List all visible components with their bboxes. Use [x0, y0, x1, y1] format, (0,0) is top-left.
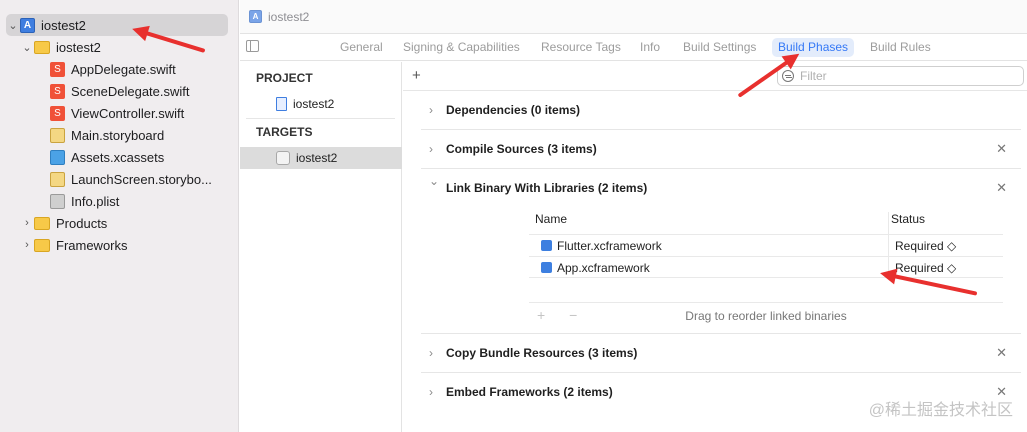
phase-copy-bundle-resources[interactable]: › Copy Bundle Resources (3 items) ✕	[403, 343, 1027, 363]
nav-item-label: Assets.xcassets	[71, 149, 165, 165]
folder-icon	[34, 40, 50, 54]
divider	[421, 333, 1021, 334]
nav-item-label: Products	[56, 215, 108, 231]
targets-header: TARGETS	[256, 125, 313, 139]
nav-item-label: Main.storyboard	[71, 127, 165, 143]
nav-item-file[interactable]: S AppDelegate.swift	[50, 58, 176, 80]
framework-icon	[541, 240, 552, 251]
chevron-right-icon[interactable]: ›	[429, 142, 433, 156]
project-navigator: ⌄ A iostest2 ⌄ iostest2 S AppDelegate.sw…	[0, 0, 239, 432]
nav-item-label: LaunchScreen.storybo...	[71, 171, 212, 187]
disclosure-closed-icon[interactable]: ›	[20, 239, 34, 251]
project-item[interactable]: iostest2	[240, 93, 402, 115]
remove-phase-icon[interactable]: ✕	[996, 141, 1007, 157]
framework-icon	[541, 262, 552, 273]
add-phase-button[interactable]: +	[412, 67, 421, 84]
remove-phase-icon[interactable]: ✕	[996, 180, 1007, 196]
editor-tab-bar: General Signing & Capabilities Resource …	[240, 34, 1027, 61]
tab-build-rules[interactable]: Build Rules	[870, 38, 931, 57]
phase-title: Link Binary With Libraries (2 items)	[446, 181, 648, 195]
nav-item-label: SceneDelegate.swift	[71, 83, 190, 99]
nav-item-group[interactable]: › Frameworks	[20, 234, 128, 256]
nav-item-file[interactable]: LaunchScreen.storybo...	[50, 168, 212, 190]
reorder-hint: Drag to reorder linked binaries	[685, 309, 847, 323]
project-icon: A	[249, 10, 262, 23]
table-row[interactable]: App.xcframework Required ◇	[529, 256, 1003, 278]
nav-item-group[interactable]: › Products	[20, 212, 107, 234]
column-header-name[interactable]: Name	[535, 212, 567, 232]
nav-item-file[interactable]: Info.plist	[50, 190, 119, 212]
nav-item-file[interactable]: Assets.xcassets	[50, 146, 164, 168]
library-name: App.xcframework	[557, 261, 650, 275]
phase-link-binary[interactable]: ⌄ Link Binary With Libraries (2 items) ✕	[403, 174, 1027, 198]
swift-file-icon: S	[50, 83, 65, 99]
target-item[interactable]: iostest2	[240, 147, 402, 169]
column-header-status[interactable]: Status	[891, 212, 925, 232]
tab-signing-capabilities[interactable]: Signing & Capabilities	[403, 38, 520, 57]
jump-bar: A iostest2	[240, 0, 1027, 34]
folder-icon	[34, 238, 50, 252]
remove-phase-icon[interactable]: ✕	[996, 345, 1007, 361]
phase-title: Copy Bundle Resources (3 items)	[446, 346, 638, 360]
project-file-icon	[276, 97, 287, 111]
status-popup[interactable]: Required ◇	[895, 261, 956, 275]
swift-file-icon: S	[50, 105, 65, 121]
nav-item-file[interactable]: S ViewController.swift	[50, 102, 184, 124]
storyboard-icon	[50, 171, 65, 187]
phase-title: Compile Sources (3 items)	[446, 142, 597, 156]
app-target-icon	[276, 151, 290, 165]
nav-item-label: Info.plist	[71, 193, 120, 209]
library-name: Flutter.xcframework	[557, 239, 662, 253]
libraries-footer: + − Drag to reorder linked binaries	[529, 302, 1003, 324]
storyboard-icon	[50, 127, 65, 143]
filter-field[interactable]: Filter	[777, 66, 1024, 86]
folder-icon	[34, 216, 50, 230]
nav-item-file[interactable]: S SceneDelegate.swift	[50, 80, 190, 102]
nav-item-label: iostest2	[41, 17, 86, 33]
divider	[421, 129, 1021, 130]
chevron-down-icon[interactable]: ⌄	[429, 174, 439, 188]
status-popup[interactable]: Required ◇	[895, 239, 956, 253]
disclosure-open-icon[interactable]: ⌄	[6, 19, 20, 32]
nav-item-label: ViewController.swift	[71, 105, 185, 121]
sidebar-toggle-icon[interactable]	[246, 40, 259, 52]
chevron-right-icon[interactable]: ›	[429, 346, 433, 360]
filter-icon	[782, 70, 794, 82]
nav-item-file[interactable]: Main.storyboard	[50, 124, 164, 146]
watermark: @稀土掘金技术社区	[868, 402, 1013, 419]
nav-item-label: iostest2	[56, 39, 101, 55]
phase-dependencies[interactable]: › Dependencies (0 items)	[403, 100, 1027, 120]
nav-item-group[interactable]: ⌄ iostest2	[20, 36, 101, 58]
table-row[interactable]: Flutter.xcframework Required ◇	[529, 234, 1003, 256]
project-icon: A	[20, 17, 35, 33]
tab-build-settings[interactable]: Build Settings	[683, 38, 756, 57]
filter-placeholder: Filter	[800, 69, 827, 83]
project-header: PROJECT	[256, 71, 313, 85]
nav-item-label: Frameworks	[56, 237, 128, 253]
build-phases-editor: + Filter › Dependencies (0 items) › Comp…	[403, 62, 1027, 432]
target-item-label: iostest2	[296, 151, 338, 165]
chevron-right-icon[interactable]: ›	[429, 103, 433, 117]
divider	[421, 372, 1021, 373]
disclosure-open-icon[interactable]: ⌄	[20, 41, 34, 54]
divider	[421, 168, 1021, 169]
phase-title: Embed Frameworks (2 items)	[446, 385, 613, 399]
swift-file-icon: S	[50, 61, 65, 77]
breadcrumb-label[interactable]: iostest2	[268, 10, 309, 24]
phase-compile-sources[interactable]: › Compile Sources (3 items) ✕	[403, 139, 1027, 159]
nav-item-label: AppDelegate.swift	[71, 61, 176, 77]
nav-item-project[interactable]: ⌄ A iostest2	[6, 14, 228, 36]
divider	[246, 118, 395, 119]
project-item-label: iostest2	[293, 97, 335, 111]
project-target-list: PROJECT iostest2 TARGETS iostest2	[240, 62, 402, 432]
tab-general[interactable]: General	[340, 38, 383, 57]
tab-resource-tags[interactable]: Resource Tags	[541, 38, 621, 57]
tab-info[interactable]: Info	[640, 38, 660, 57]
chevron-right-icon[interactable]: ›	[429, 385, 433, 399]
assets-icon	[50, 149, 65, 165]
divider	[403, 90, 1027, 91]
plist-icon	[50, 193, 65, 209]
phase-title: Dependencies (0 items)	[446, 103, 581, 117]
disclosure-closed-icon[interactable]: ›	[20, 217, 34, 229]
